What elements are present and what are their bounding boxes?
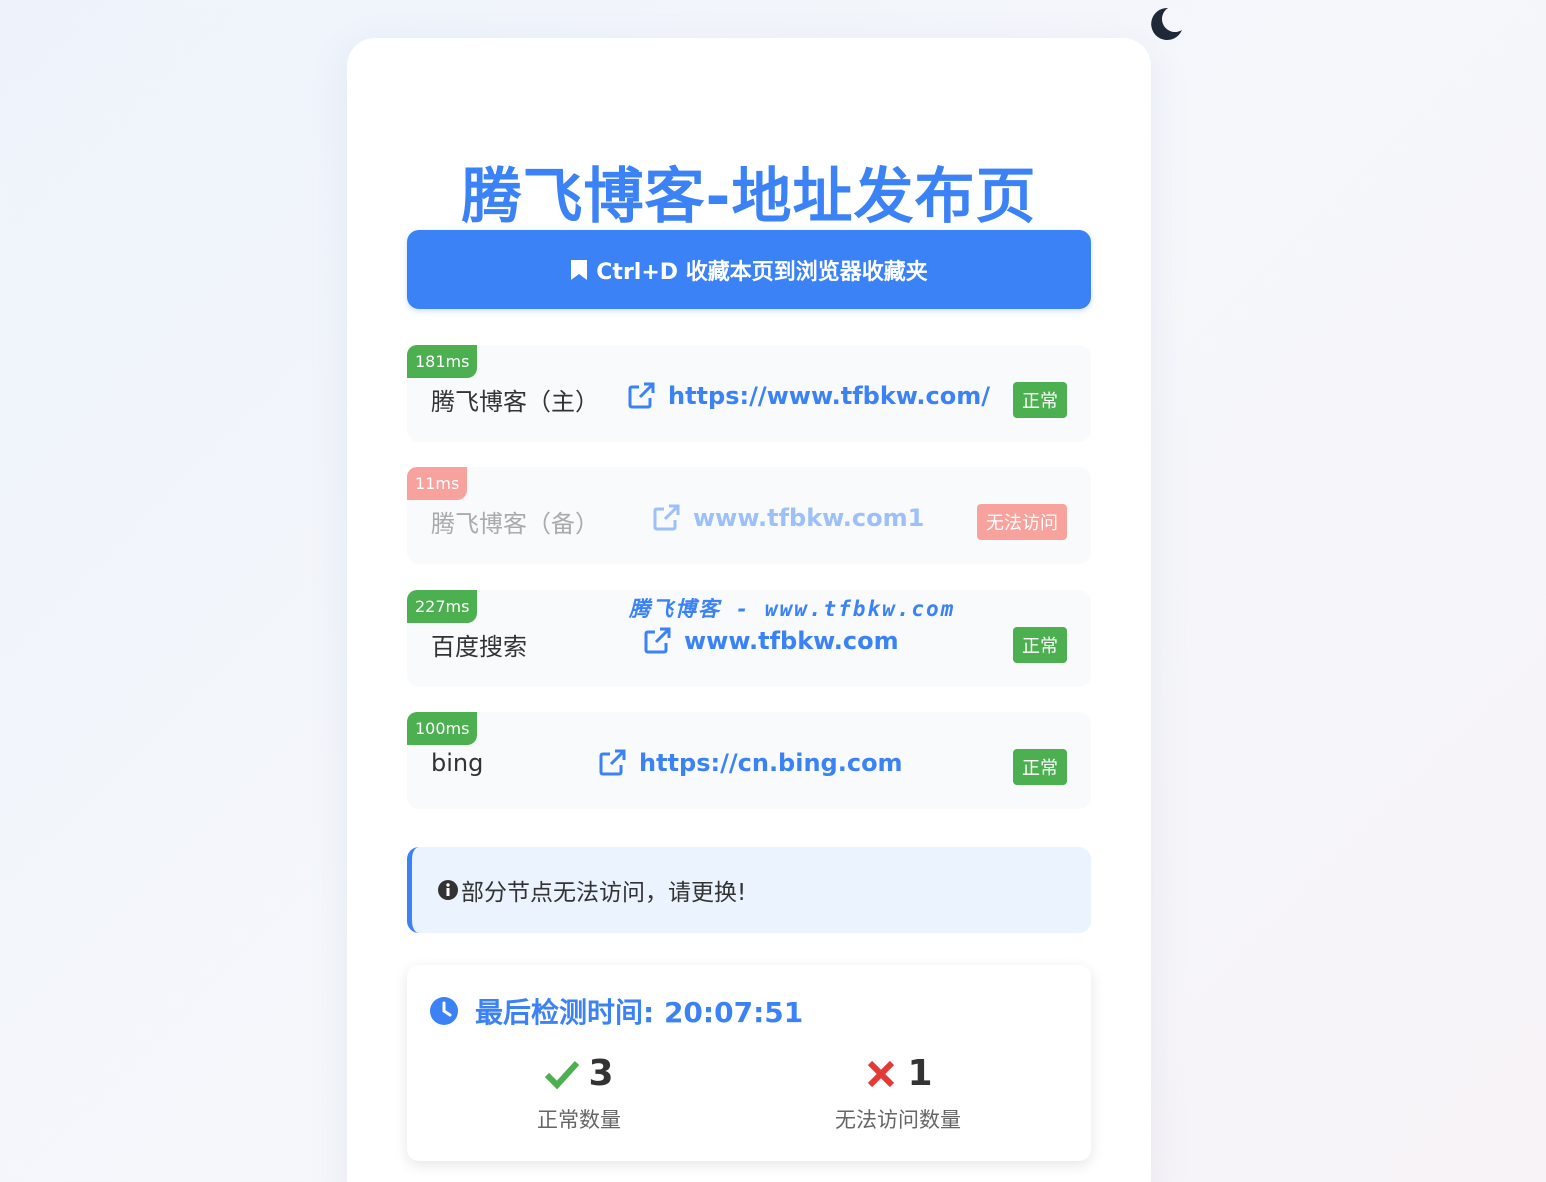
site-row: 181ms 腾飞博客（主） https://www.tfbkw.com/ 正常 <box>407 345 1091 442</box>
fail-count: 1 <box>907 1053 933 1094</box>
site-name: bing <box>431 749 484 777</box>
site-url: https://cn.bing.com <box>639 749 903 777</box>
stats-panel: 最后检测时间: 20:07:51 3 正常数量 1 无法访问数量 <box>407 965 1091 1161</box>
theme-toggle-button[interactable] <box>1146 4 1186 44</box>
notice-banner: 部分节点无法访问，请更换! <box>407 847 1091 933</box>
bookmark-icon <box>571 259 588 280</box>
main-card: 腾飞博客-地址发布页 Ctrl+D 收藏本页到浏览器收藏夹 181ms 腾飞博客… <box>347 38 1151 1182</box>
site-link[interactable]: https://cn.bing.com <box>597 748 903 778</box>
site-row: 11ms 腾飞博客（备） www.tfbkw.com1 无法访问 <box>407 467 1091 564</box>
site-url: https://www.tfbkw.com/ <box>668 382 991 410</box>
latency-badge: 227ms <box>407 590 478 623</box>
bookmark-label: Ctrl+D 收藏本页到浏览器收藏夹 <box>596 259 928 285</box>
clock-icon <box>430 997 458 1025</box>
external-link-icon <box>599 749 626 776</box>
check-icon <box>545 1060 580 1089</box>
info-icon <box>438 880 458 900</box>
site-link[interactable]: https://www.tfbkw.com/ <box>626 381 990 411</box>
bookmark-button[interactable]: Ctrl+D 收藏本页到浏览器收藏夹 <box>407 230 1091 309</box>
ok-stat: 3 正常数量 <box>469 1053 689 1134</box>
fail-label: 无法访问数量 <box>835 1108 961 1132</box>
last-check: 最后检测时间: 20:07:51 <box>429 991 803 1031</box>
status-badge: 正常 <box>1013 627 1067 663</box>
external-link-icon <box>653 504 680 531</box>
site-link[interactable]: www.tfbkw.com <box>642 626 899 656</box>
site-row: 100ms bing https://cn.bing.com 正常 <box>407 712 1091 809</box>
site-url: www.tfbkw.com <box>684 627 899 655</box>
fail-stat: 1 无法访问数量 <box>788 1053 1008 1134</box>
site-link[interactable]: www.tfbkw.com1 <box>651 503 924 533</box>
status-badge: 正常 <box>1013 749 1067 785</box>
latency-badge: 100ms <box>407 712 478 745</box>
latency-badge: 181ms <box>407 345 478 378</box>
watermark-text: 腾飞博客 - www.tfbkw.com <box>629 597 956 621</box>
site-url: www.tfbkw.com1 <box>693 504 925 532</box>
site-row: 227ms 腾飞博客 - www.tfbkw.com 百度搜索 www.tfbk… <box>407 590 1091 687</box>
site-name: 腾飞博客（备） <box>431 510 599 538</box>
moon-icon <box>1151 7 1182 40</box>
status-badge: 无法访问 <box>977 504 1067 540</box>
external-link-icon <box>644 627 671 654</box>
site-name: 腾飞博客（主） <box>431 388 599 416</box>
site-name: 百度搜索 <box>431 633 527 661</box>
page-title: 腾飞博客-地址发布页 <box>461 162 1037 232</box>
latency-badge: 11ms <box>407 467 468 500</box>
external-link-icon <box>628 382 655 409</box>
status-badge: 正常 <box>1013 382 1067 418</box>
ok-count: 3 <box>588 1053 614 1094</box>
x-icon <box>868 1060 895 1087</box>
last-check-text: 最后检测时间: 20:07:51 <box>475 996 804 1029</box>
notice-text: 部分节点无法访问，请更换! <box>461 880 747 906</box>
ok-label: 正常数量 <box>537 1108 621 1132</box>
